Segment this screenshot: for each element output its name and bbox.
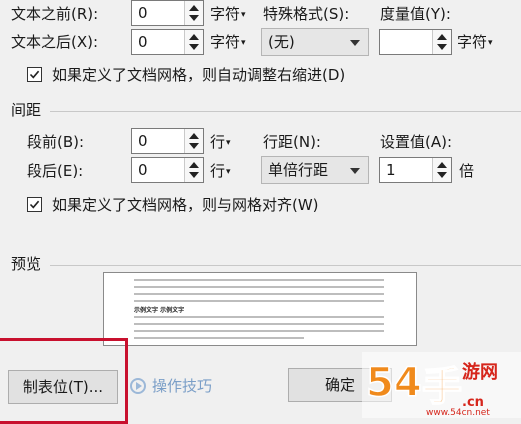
indent-after-label: 文本之后(X): — [11, 33, 99, 51]
spin-down-icon[interactable] — [189, 143, 199, 149]
unit-dropdown-icon: ▾ — [241, 10, 246, 20]
checkmark-icon — [29, 200, 40, 209]
spin-down-icon[interactable] — [437, 172, 447, 178]
spacing-after-label: 段后(E): — [27, 162, 84, 180]
svg-text:手: 手 — [422, 364, 462, 410]
spin-up-icon[interactable] — [189, 5, 199, 11]
setting-value-value: 1 — [386, 161, 396, 179]
auto-adjust-label[interactable]: 如果定义了文档网格，则自动调整右缩进(D) — [52, 64, 345, 86]
preview-line — [134, 286, 384, 288]
indent-after-input[interactable]: 0 — [131, 29, 204, 55]
spin-up-icon[interactable] — [189, 162, 199, 168]
line-spacing-value: 单倍行距 — [268, 161, 329, 179]
chevron-down-icon — [350, 40, 360, 46]
unit-dropdown-icon: ▾ — [488, 38, 493, 48]
measure-spinner[interactable] — [432, 30, 451, 54]
preview-line — [134, 279, 384, 281]
measure-unit[interactable]: 字符▾ — [457, 31, 493, 54]
auto-adjust-checkbox[interactable] — [27, 67, 42, 82]
preview-line — [134, 323, 384, 325]
svg-text:游网: 游网 — [462, 361, 498, 383]
preview-line — [134, 293, 384, 295]
indent-after-unit[interactable]: 字符▾ — [210, 31, 246, 54]
checkmark-icon — [29, 70, 40, 79]
tips-link[interactable]: 操作技巧 — [130, 375, 212, 397]
snap-grid-checkbox[interactable] — [27, 197, 42, 212]
spin-down-icon[interactable] — [189, 15, 199, 21]
line-spacing-label: 行距(N): — [263, 133, 321, 151]
setting-value-spinner[interactable] — [432, 158, 451, 182]
indent-before-input[interactable]: 0 — [131, 0, 204, 26]
spin-down-icon[interactable] — [189, 172, 199, 178]
indent-before-spinner[interactable] — [184, 1, 203, 25]
preview-divider — [50, 265, 521, 266]
preview-box: 示例文字 示例文字 — [103, 272, 417, 346]
line-spacing-select[interactable]: 单倍行距 — [261, 156, 369, 184]
spacing-section-title: 间距 — [11, 101, 42, 119]
spacing-before-spinner[interactable] — [184, 129, 203, 153]
spin-up-icon[interactable] — [189, 34, 199, 40]
indent-before-label: 文本之前(R): — [11, 5, 99, 23]
indent-after-value: 0 — [138, 33, 148, 51]
spin-down-icon[interactable] — [437, 44, 447, 50]
preview-section-title: 预览 — [11, 255, 42, 273]
spin-up-icon[interactable] — [437, 34, 447, 40]
spacing-after-value: 0 — [138, 161, 148, 179]
measure-label: 度量值(Y): — [380, 5, 451, 23]
preview-line — [134, 330, 384, 332]
chevron-down-icon — [350, 168, 360, 174]
spacing-divider — [50, 111, 521, 112]
spin-down-icon[interactable] — [189, 44, 199, 50]
svg-text:www.54cn.net: www.54cn.net — [426, 408, 490, 418]
spin-up-icon[interactable] — [437, 162, 447, 168]
spacing-before-label: 段前(B): — [27, 133, 85, 151]
setting-value-label: 设置值(A): — [380, 133, 453, 151]
measure-input[interactable] — [379, 29, 452, 55]
preview-line — [134, 300, 384, 302]
spacing-before-input[interactable]: 0 — [131, 128, 204, 154]
setting-value-input[interactable]: 1 — [379, 157, 452, 183]
play-circle-icon — [130, 378, 146, 394]
spacing-after-spinner[interactable] — [184, 158, 203, 182]
preview-sample-text: 示例文字 示例文字 — [134, 307, 185, 314]
special-format-select[interactable]: (无) — [261, 28, 369, 56]
indent-before-value: 0 — [138, 4, 148, 22]
indent-before-unit[interactable]: 字符▾ — [210, 3, 246, 26]
preview-line — [134, 316, 384, 318]
unit-dropdown-icon: ▾ — [226, 167, 231, 177]
unit-dropdown-icon: ▾ — [241, 38, 246, 48]
indent-after-spinner[interactable] — [184, 30, 203, 54]
spin-up-icon[interactable] — [189, 133, 199, 139]
highlight-box — [0, 338, 128, 424]
spacing-after-input[interactable]: 0 — [131, 157, 204, 183]
svg-text:54: 54 — [366, 360, 422, 406]
site-watermark-logo: 54 手 游网 .cn www.54cn.net — [362, 352, 521, 418]
special-format-label: 特殊格式(S): — [263, 5, 350, 23]
spacing-after-unit[interactable]: 行▾ — [210, 160, 231, 183]
special-format-value: (无) — [268, 33, 295, 51]
preview-line — [134, 337, 304, 339]
spacing-before-unit[interactable]: 行▾ — [210, 131, 231, 154]
spacing-before-value: 0 — [138, 132, 148, 150]
tips-link-label: 操作技巧 — [152, 377, 213, 395]
setting-value-unit: 倍 — [459, 162, 475, 180]
unit-dropdown-icon: ▾ — [226, 138, 231, 148]
snap-grid-label[interactable]: 如果定义了文档网格，则与网格对齐(W) — [52, 194, 319, 216]
